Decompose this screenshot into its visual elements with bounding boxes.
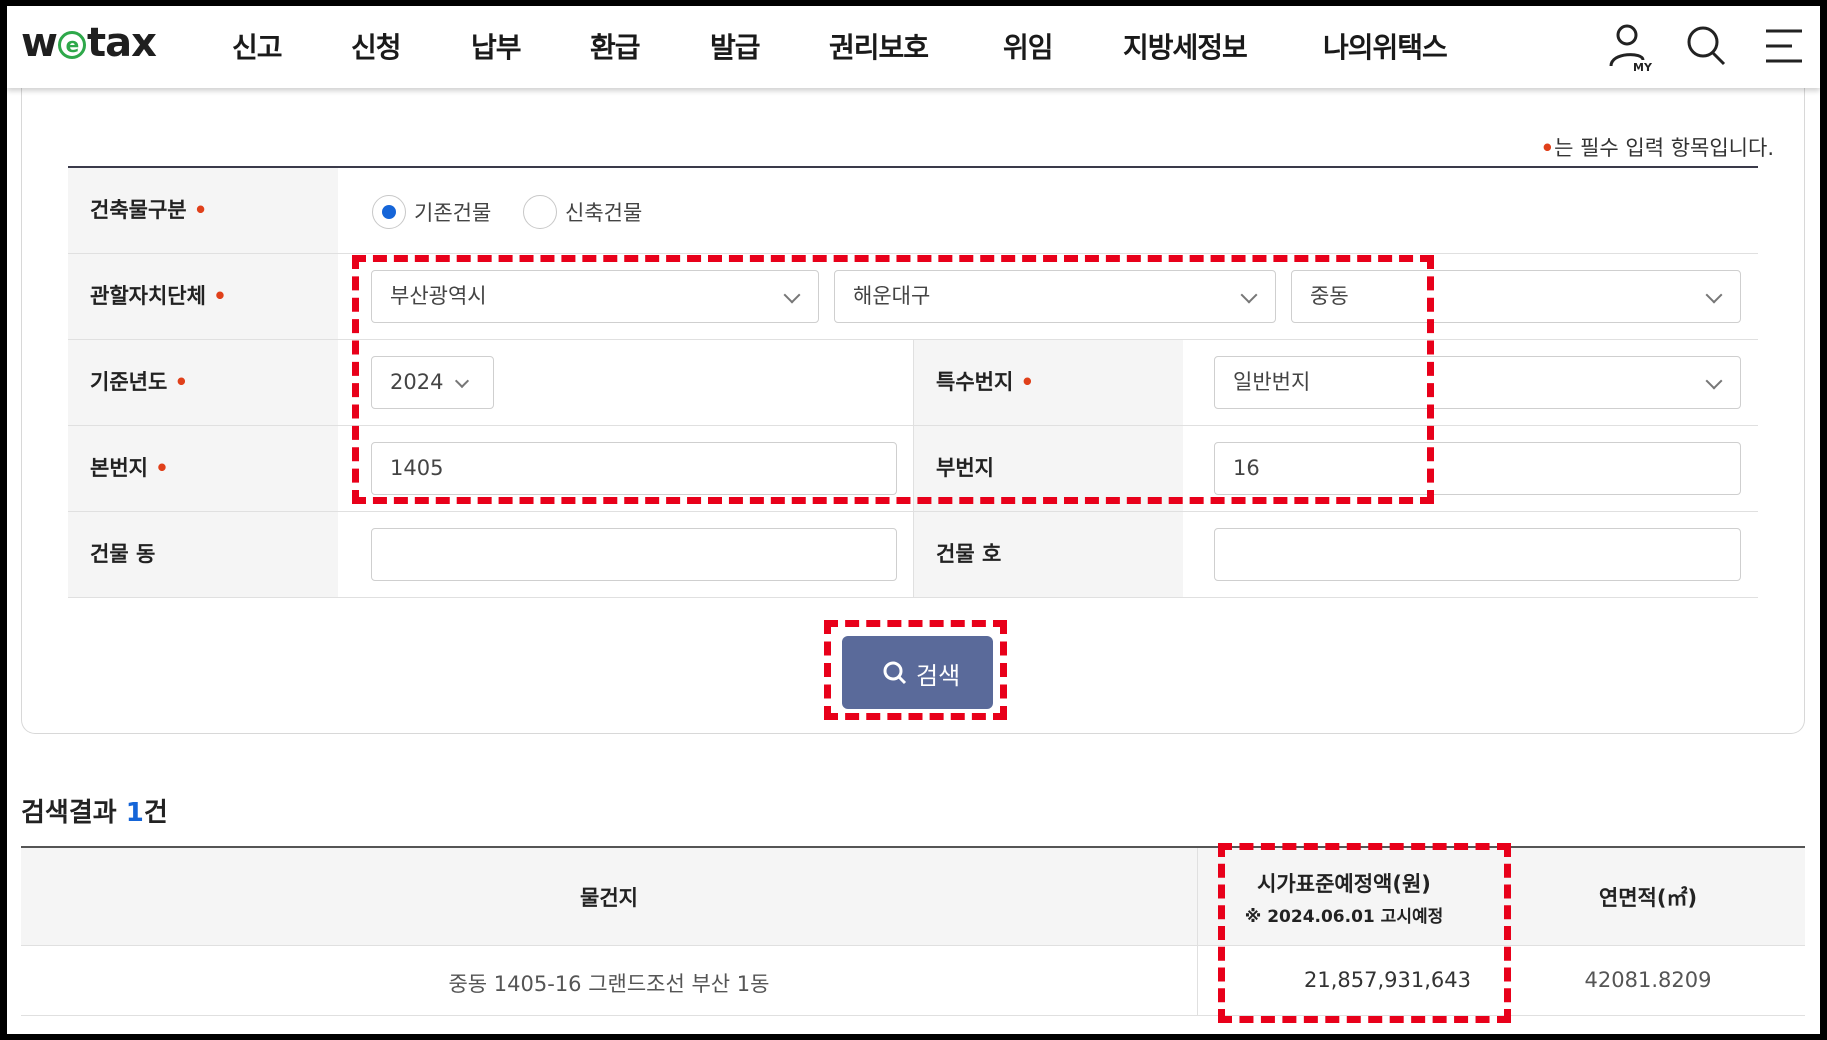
nav-item-report[interactable]: 신고 (232, 26, 283, 66)
search-icon[interactable] (1683, 22, 1731, 72)
jurisdiction-label: 관할자치단체 • (68, 254, 338, 339)
menu-icon[interactable] (1762, 22, 1810, 72)
form-row-year: 기준년도 • 2024 특수번지 • 일반번지 (68, 340, 1758, 426)
form-row-jurisdiction: 관할자치단체 • 부산광역시 해운대구 중동 (68, 254, 1758, 340)
result-title: 검색결과 1건 (21, 798, 168, 828)
required-note: •는 필수 입력 항목입니다. (1540, 136, 1774, 160)
nav-item-my-wetax[interactable]: 나의위택스 (1323, 26, 1448, 66)
form-row-building-unit: 건물 동 건물 호 (68, 512, 1758, 598)
radio-existing-label: 기존건물 (414, 201, 492, 225)
radio-existing-building[interactable] (372, 195, 406, 229)
search-icon (883, 661, 907, 685)
search-button[interactable]: 검색 (842, 636, 993, 709)
nav-item-refund[interactable]: 환급 (590, 26, 641, 66)
special-lot-label: 특수번지 • (913, 340, 1183, 425)
radio-new-label: 신축건물 (565, 201, 643, 225)
col-price: 시가표준예정액(원) (1257, 872, 1431, 896)
nav-item-delegate[interactable]: 위임 (1003, 26, 1054, 66)
base-year-label: 기준년도 • (68, 340, 338, 425)
col-location: 물건지 (580, 886, 638, 910)
main-lot-input[interactable]: 1405 (371, 442, 897, 495)
row-location: 중동 1405-16 그랜드조선 부산 1동 (448, 972, 770, 996)
special-lot-select[interactable]: 일반번지 (1214, 356, 1741, 409)
sido-select[interactable]: 부산광역시 (371, 270, 819, 323)
my-page-icon[interactable]: MY (1605, 22, 1653, 74)
wetax-logo[interactable]: w e tax (21, 20, 157, 66)
nav-item-tax-info[interactable]: 지방세정보 (1123, 26, 1248, 66)
my-label: MY (1633, 61, 1653, 72)
sigungu-select[interactable]: 해운대구 (834, 270, 1276, 323)
base-year-select[interactable]: 2024 (371, 356, 494, 409)
table-row[interactable]: 중동 1405-16 그랜드조선 부산 1동 21,857,931,643 42… (21, 946, 1805, 1016)
dong-select[interactable]: 중동 (1291, 270, 1741, 323)
page-frame: w e tax 신고 신청 납부 환급 발급 권리보호 위임 지방세정보 나의위택스… (7, 6, 1820, 1034)
radio-new-building[interactable] (523, 195, 557, 229)
nav-item-rights[interactable]: 권리보호 (829, 26, 929, 66)
row-price: 21,857,931,643 (1304, 968, 1471, 992)
main-lot-label: 본번지 • (68, 426, 338, 511)
nav-item-pay[interactable]: 납부 (471, 26, 522, 66)
chevron-down-icon (454, 373, 470, 389)
building-ho-label: 건물 호 (913, 512, 1183, 597)
nav-item-issue[interactable]: 발급 (710, 26, 761, 66)
result-table-header: 물건지 시가표준예정액(원) ※ 2024.06.01 고시예정 연면적(㎡) (21, 848, 1805, 946)
form-row-building-type: 건축물구분 • 기존건물 신축건물 (68, 168, 1758, 254)
nav-item-apply[interactable]: 신청 (351, 26, 402, 66)
result-count: 1 (125, 798, 144, 828)
top-header: w e tax 신고 신청 납부 환급 발급 권리보호 위임 지방세정보 나의위택스… (7, 6, 1820, 88)
chevron-down-icon (1240, 286, 1258, 304)
sub-lot-input[interactable]: 16 (1214, 442, 1741, 495)
building-ho-input[interactable] (1214, 528, 1741, 581)
row-area: 42081.8209 (1584, 968, 1712, 992)
col-price-note: ※ 2024.06.01 고시예정 (1244, 907, 1444, 927)
chevron-down-icon (783, 286, 801, 304)
building-dong-label: 건물 동 (68, 512, 338, 597)
search-button-label: 검색 (916, 662, 961, 690)
result-table: 물건지 시가표준예정액(원) ※ 2024.06.01 고시예정 연면적(㎡) … (21, 846, 1805, 1016)
sub-lot-label: 부번지 (913, 426, 1183, 511)
chevron-down-icon (1705, 286, 1723, 304)
building-dong-input[interactable] (371, 528, 897, 581)
chevron-down-icon (1705, 372, 1723, 390)
form-row-lot: 본번지 • 1405 부번지 16 (68, 426, 1758, 512)
search-form-table: 건축물구분 • 기존건물 신축건물 관할자치단체 • 부산광역시 해운대구 중동… (68, 166, 1758, 598)
col-area: 연면적(㎡) (1598, 886, 1698, 910)
building-type-label: 건축물구분 • (68, 168, 338, 253)
